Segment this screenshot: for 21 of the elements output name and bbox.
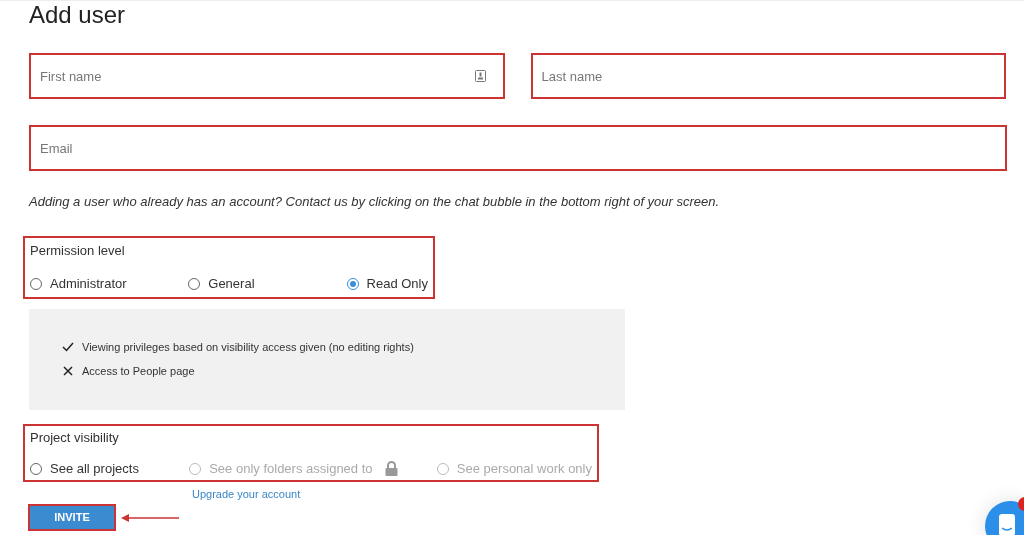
radio-option[interactable]: Administrator bbox=[30, 274, 189, 294]
radio-option[interactable]: See all projects bbox=[30, 459, 190, 479]
group-label: Project visibility bbox=[30, 428, 120, 447]
invite-button[interactable]: INVITE bbox=[28, 504, 116, 531]
arrow-icon bbox=[121, 513, 181, 522]
contact-card-icon[interactable] bbox=[474, 70, 486, 82]
account-note: Adding a user who already has an account? Contact us by clicking on the chat bubble in the bottom right of your screen. bbox=[29, 193, 721, 211]
upgrade-link[interactable]: Upgrade your account bbox=[192, 485, 301, 502]
lock-icon bbox=[384, 461, 398, 477]
group-label: Permission level bbox=[30, 241, 126, 260]
page-title: Add user bbox=[29, 3, 127, 27]
text-field[interactable]: First name bbox=[29, 53, 505, 99]
radio-option[interactable]: Read Only bbox=[346, 274, 428, 294]
radio-option[interactable]: General bbox=[188, 274, 347, 294]
text-field[interactable]: Last name bbox=[530, 53, 1006, 99]
chat-icon bbox=[999, 514, 1015, 535]
check-icon bbox=[62, 341, 74, 352]
text-field[interactable]: Email bbox=[29, 125, 1007, 171]
privilege-text: Access to People page bbox=[82, 364, 195, 379]
close-icon bbox=[62, 366, 74, 377]
privilege-text: Viewing privileges based on visibility access given (no editing rights) bbox=[82, 339, 414, 355]
